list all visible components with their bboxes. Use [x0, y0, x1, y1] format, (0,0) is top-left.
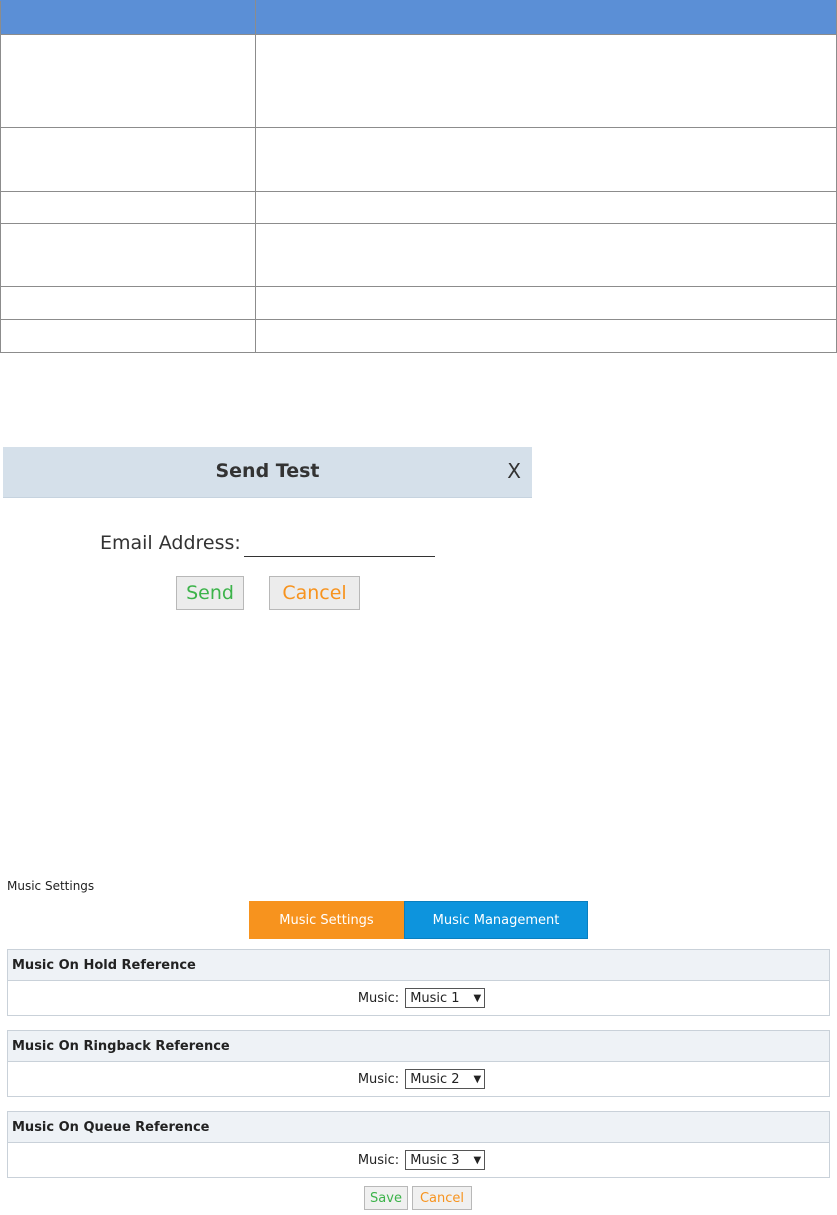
table-row	[0, 223, 837, 287]
send-test-dialog: Send Test X Email Address: Send Cancel	[3, 447, 532, 627]
cancel-button[interactable]: Cancel	[412, 1186, 472, 1210]
dialog-title: Send Test	[215, 460, 320, 482]
table-cell	[255, 286, 837, 320]
section-body: Music: Music 1 ▼	[7, 981, 830, 1016]
tab-music-management[interactable]: Music Management	[404, 901, 588, 939]
send-button[interactable]: Send	[176, 576, 244, 610]
table-header-row	[0, 0, 837, 35]
music-on-ringback-select[interactable]: Music 2 ▼	[405, 1069, 486, 1089]
table-header-cell	[0, 0, 256, 35]
cancel-button[interactable]: Cancel	[269, 576, 360, 610]
table-cell	[255, 319, 837, 353]
table-cell	[255, 127, 837, 192]
music-label: Music:	[357, 990, 400, 1006]
tab-music-settings[interactable]: Music Settings	[249, 901, 404, 939]
section-body: Music: Music 2 ▼	[7, 1062, 830, 1097]
dialog-header: Send Test X	[3, 447, 532, 498]
email-label: Email Address:	[100, 532, 241, 554]
empty-table	[0, 0, 837, 353]
music-on-ringback-section: Music On Ringback Reference Music: Music…	[7, 1030, 830, 1097]
table-cell	[0, 319, 256, 353]
music-on-hold-section: Music On Hold Reference Music: Music 1 ▼	[7, 949, 830, 1016]
table-cell	[0, 286, 256, 320]
section-title: Music On Hold Reference	[7, 949, 830, 981]
table-row	[0, 319, 837, 353]
select-value: Music 1	[410, 990, 460, 1006]
table-header-cell	[255, 0, 837, 35]
table-cell	[0, 127, 256, 192]
chevron-down-icon: ▼	[473, 992, 482, 1004]
chevron-down-icon: ▼	[473, 1073, 482, 1085]
table-cell	[255, 34, 837, 128]
table-cell	[255, 223, 837, 287]
section-title: Music On Queue Reference	[7, 1111, 830, 1143]
table-cell	[0, 34, 256, 128]
table-cell	[255, 191, 837, 224]
select-value: Music 2	[410, 1071, 460, 1087]
select-value: Music 3	[410, 1152, 460, 1168]
chevron-down-icon: ▼	[473, 1154, 482, 1166]
save-button[interactable]: Save	[364, 1186, 408, 1210]
table-row	[0, 191, 837, 224]
music-on-queue-select[interactable]: Music 3 ▼	[405, 1150, 486, 1170]
table-row	[0, 34, 837, 128]
page-title: Music Settings	[7, 879, 95, 893]
table-row	[0, 286, 837, 320]
table-row	[0, 127, 837, 192]
music-on-hold-select[interactable]: Music 1 ▼	[405, 988, 486, 1008]
section-title: Music On Ringback Reference	[7, 1030, 830, 1062]
music-on-queue-section: Music On Queue Reference Music: Music 3 …	[7, 1111, 830, 1178]
section-body: Music: Music 3 ▼	[7, 1143, 830, 1178]
email-field[interactable]	[244, 532, 435, 557]
music-label: Music:	[357, 1071, 400, 1087]
table-cell	[0, 223, 256, 287]
music-label: Music:	[357, 1152, 400, 1168]
table-cell	[0, 191, 256, 224]
close-icon[interactable]: X	[507, 459, 521, 483]
